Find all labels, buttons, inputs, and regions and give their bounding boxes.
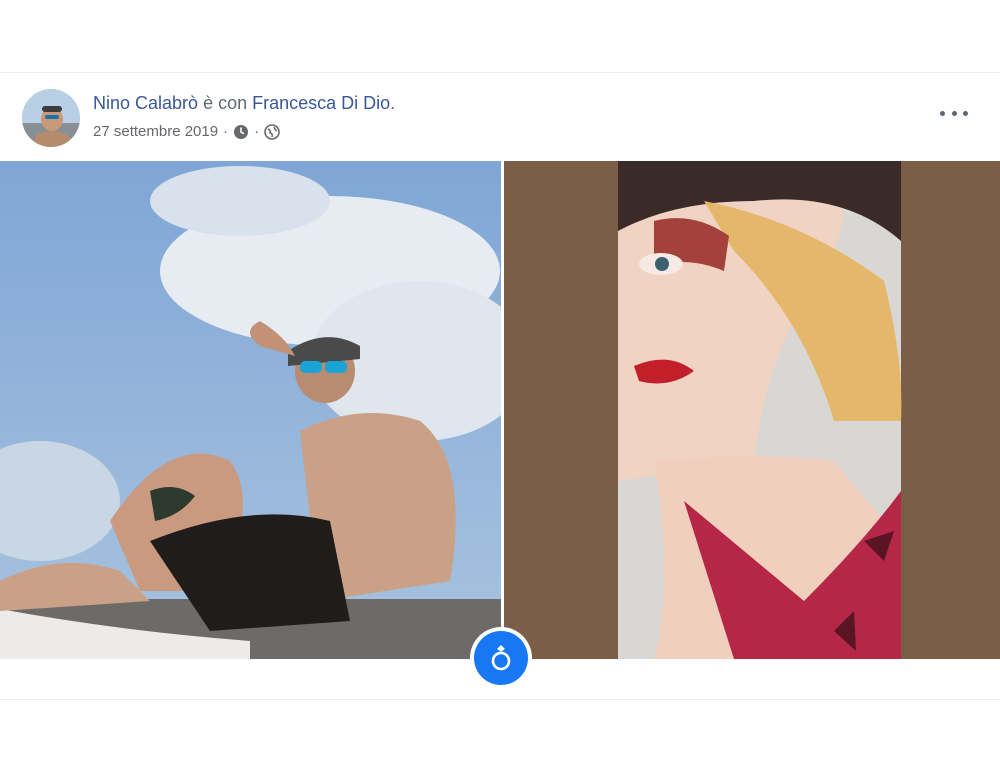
with-connector: è con (198, 93, 253, 113)
post-date[interactable]: 27 settembre 2019 (93, 123, 218, 140)
tagged-person-link[interactable]: Francesca Di Dio (252, 93, 390, 113)
author-line: Nino Calabrò è con Francesca Di Dio. (93, 93, 395, 114)
clock-icon (233, 124, 249, 140)
post-meta: 27 settembre 2019 · · (93, 123, 280, 140)
more-options-icon[interactable] (940, 105, 968, 121)
tagged-suffix: . (390, 93, 396, 113)
post-card: Nino Calabrò è con Francesca Di Dio. 27 … (0, 72, 1000, 700)
globe-icon[interactable] (264, 123, 280, 140)
photo-right-woman-selfie[interactable] (504, 161, 1000, 659)
relationship-badge (470, 627, 532, 689)
meta-separator: · (223, 123, 229, 140)
author-avatar[interactable] (22, 89, 80, 147)
author-name-link[interactable]: Nino Calabrò (93, 93, 198, 113)
meta-separator-2: · (254, 123, 260, 140)
ring-icon (474, 631, 528, 685)
photo-left-man-on-beach[interactable] (0, 161, 501, 659)
post-header: Nino Calabrò è con Francesca Di Dio. 27 … (0, 73, 1000, 161)
